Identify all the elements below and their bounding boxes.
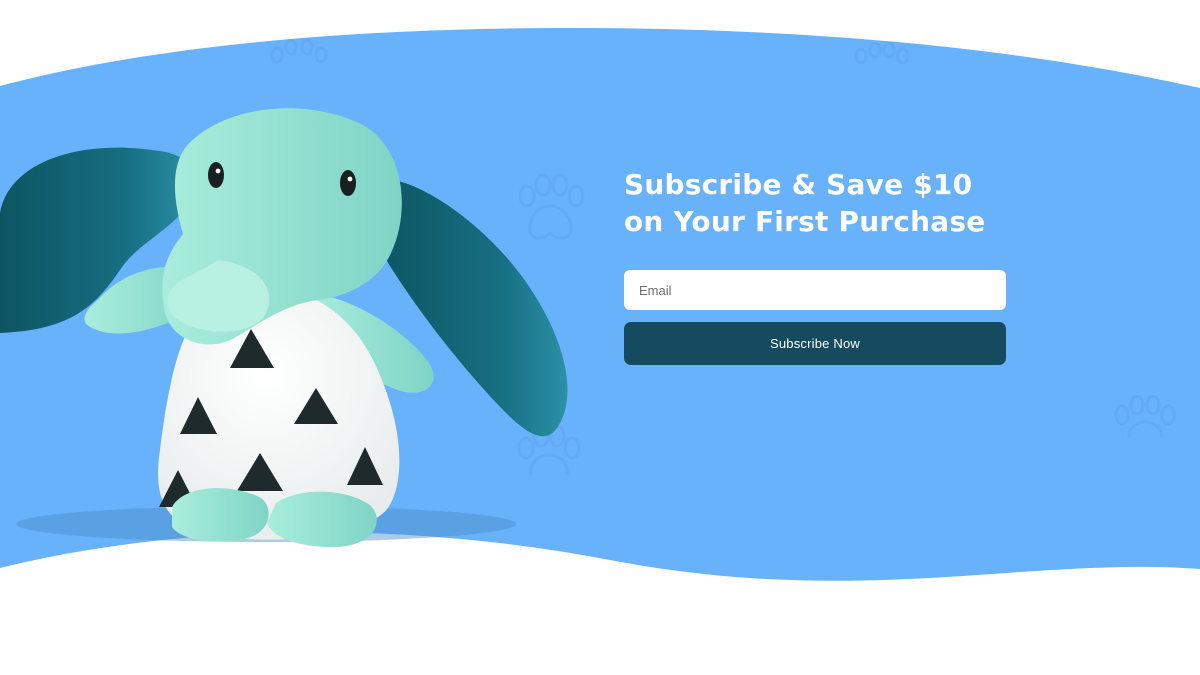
subscribe-now-button[interactable]: Subscribe Now bbox=[624, 322, 1006, 365]
email-field[interactable] bbox=[624, 270, 1006, 310]
paw-print-icon bbox=[854, 42, 910, 65]
paw-print-icon bbox=[270, 39, 328, 64]
subscribe-section: Subscribe & Save $10 on Your First Purch… bbox=[624, 166, 1006, 365]
toy-eye-left bbox=[208, 162, 224, 188]
elephant-plush-toy-image bbox=[0, 108, 568, 548]
subscribe-heading-line-1: Subscribe & Save $10 bbox=[624, 168, 973, 201]
toy-eye-right bbox=[340, 170, 356, 196]
promo-page: Subscribe & Save $10 on Your First Purch… bbox=[0, 0, 1200, 675]
toy-left-foot bbox=[172, 488, 269, 542]
right-ear bbox=[375, 181, 568, 437]
paw-print-icon bbox=[1114, 395, 1176, 438]
subscribe-heading-line-2: on Your First Purchase bbox=[624, 205, 986, 238]
subscribe-heading: Subscribe & Save $10 on Your First Purch… bbox=[624, 166, 1006, 240]
